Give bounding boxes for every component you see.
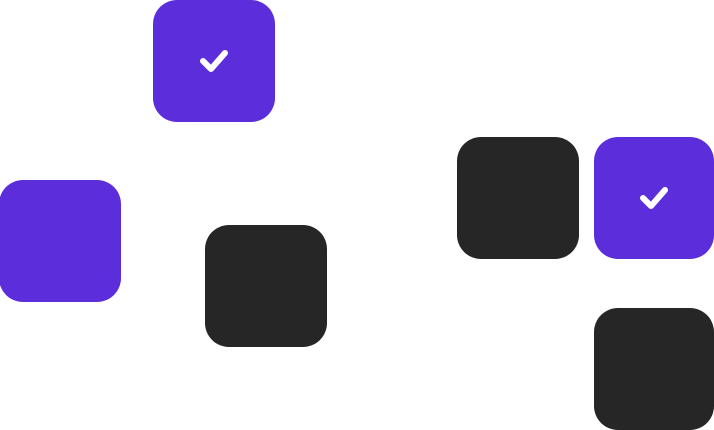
check-icon bbox=[640, 187, 668, 209]
checkbox-tile-unchecked[interactable] bbox=[594, 308, 714, 430]
checkbox-tile-unchecked[interactable] bbox=[205, 225, 327, 347]
checkbox-tile-unchecked[interactable] bbox=[457, 137, 579, 259]
checkbox-tile-checked[interactable] bbox=[594, 137, 714, 259]
checkbox-tile-canvas bbox=[0, 0, 714, 430]
checkbox-tile-checked[interactable] bbox=[153, 0, 275, 122]
checkbox-tile-purple[interactable] bbox=[0, 180, 121, 302]
check-icon bbox=[200, 50, 228, 72]
